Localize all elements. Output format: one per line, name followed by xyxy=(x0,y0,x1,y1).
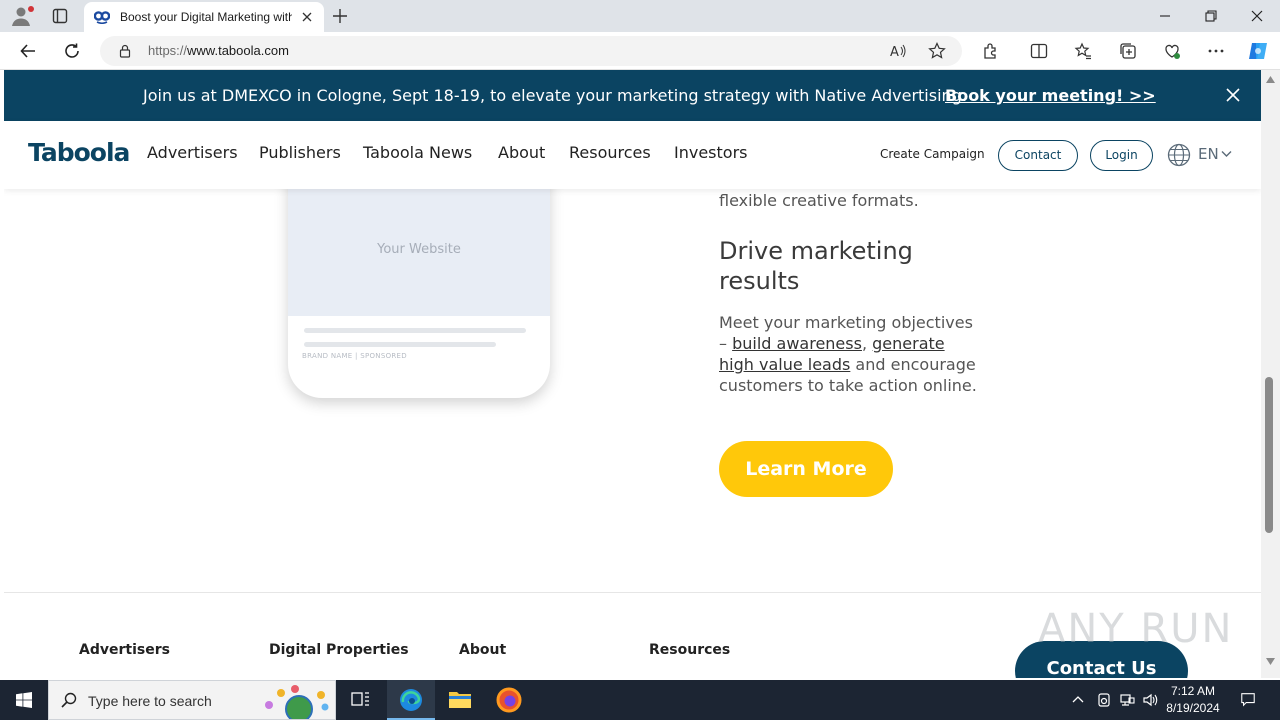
phone-screen-label: Your Website xyxy=(377,242,461,257)
footer-heading-advertisers[interactable]: Advertisers xyxy=(79,642,170,658)
nav-publishers[interactable]: Publishers xyxy=(259,143,341,162)
site-navbar: Taboola Advertisers Publishers Taboola N… xyxy=(4,121,1261,189)
url-text[interactable]: https://www.taboola.com xyxy=(148,43,289,58)
para-text: , xyxy=(861,334,873,353)
search-icon xyxy=(61,692,77,708)
build-awareness-link[interactable]: build awareness xyxy=(732,334,862,353)
network-icon[interactable] xyxy=(1119,692,1135,708)
favorites-icon[interactable] xyxy=(1074,42,1092,60)
login-button[interactable]: Login xyxy=(1090,140,1153,171)
edge-icon xyxy=(400,689,422,711)
footer-heading-digital-properties[interactable]: Digital Properties xyxy=(269,642,409,658)
close-banner-icon[interactable] xyxy=(1226,88,1240,102)
nav-about[interactable]: About xyxy=(498,143,545,162)
nav-taboola-news[interactable]: Taboola News xyxy=(363,143,472,162)
read-aloud-icon[interactable]: A xyxy=(889,42,907,60)
globe-icon[interactable] xyxy=(1167,143,1191,167)
feature-description: Meet your marketing objectives – build a… xyxy=(719,312,977,396)
close-window-icon[interactable] xyxy=(1249,8,1265,24)
lock-icon[interactable] xyxy=(118,44,132,58)
scrollbar-thumb[interactable] xyxy=(1265,377,1273,533)
file-explorer-icon[interactable] xyxy=(436,680,484,720)
extensions-icon[interactable] xyxy=(982,42,1000,60)
nav-investors[interactable]: Investors xyxy=(674,143,747,162)
phone-text-line xyxy=(304,328,526,333)
active-tab[interactable]: Boost your Digital Marketing with xyxy=(84,2,324,32)
edge-taskbar-app[interactable] xyxy=(387,680,435,720)
url-host: www.taboola.com xyxy=(187,43,289,58)
language-selector[interactable]: EN xyxy=(1198,145,1219,163)
footer-heading-resources[interactable]: Resources xyxy=(649,642,730,658)
url-protocol: https:// xyxy=(148,43,188,58)
learn-more-button[interactable]: Learn More xyxy=(719,441,893,497)
tab-title: Boost your Digital Marketing with xyxy=(120,10,292,24)
clock-date[interactable]: 8/19/2024 xyxy=(1160,701,1226,715)
more-options-icon[interactable] xyxy=(1207,42,1225,60)
footer-divider xyxy=(4,592,1261,593)
feature-heading: Drive marketing results xyxy=(719,237,913,295)
nav-resources[interactable]: Resources xyxy=(569,143,651,162)
banner-text: Join us at DMEXCO in Cologne, Sept 18-19… xyxy=(143,86,967,105)
browser-tab-strip: Boost your Digital Marketing with xyxy=(0,0,1280,32)
nav-advertisers[interactable]: Advertisers xyxy=(147,143,238,162)
copilot-icon[interactable] xyxy=(1247,40,1269,62)
phone-screen: Your Website xyxy=(288,170,550,316)
tray-app-icon[interactable] xyxy=(1096,692,1112,708)
collections-icon[interactable] xyxy=(1119,42,1137,60)
page-scrollbar[interactable] xyxy=(1261,70,1280,678)
contact-button[interactable]: Contact xyxy=(998,140,1078,171)
chevron-down-icon[interactable] xyxy=(1221,150,1232,158)
tab-actions-icon[interactable] xyxy=(52,8,68,24)
address-bar[interactable]: https://www.taboola.com A xyxy=(100,36,962,66)
notification-dot xyxy=(28,6,34,12)
refresh-icon[interactable] xyxy=(63,42,81,60)
new-tab-icon[interactable] xyxy=(332,8,348,24)
web-page: Join us at DMEXCO in Cologne, Sept 18-19… xyxy=(4,70,1261,678)
search-placeholder: Type here to search xyxy=(88,693,212,709)
taboola-logo[interactable]: Taboola xyxy=(28,138,130,167)
phone-mockup-image: Your Website BRAND NAME | SPONSORED xyxy=(288,170,550,398)
split-screen-icon[interactable] xyxy=(1030,42,1048,60)
search-highlight-image xyxy=(265,685,329,719)
anyrun-watermark: ANY RUN xyxy=(1038,606,1234,652)
tray-chevron-up-icon[interactable] xyxy=(1071,692,1085,708)
browser-toolbar: https://www.taboola.com A xyxy=(0,32,1280,70)
firefox-icon[interactable] xyxy=(485,680,533,720)
browser-essentials-icon[interactable] xyxy=(1163,42,1181,60)
taboola-favicon-icon xyxy=(94,11,110,24)
windows-start-icon[interactable] xyxy=(16,692,32,708)
clock-time[interactable]: 7:12 AM xyxy=(1160,684,1226,698)
previous-paragraph-tail: flexible creative formats. xyxy=(719,191,919,210)
notifications-icon[interactable] xyxy=(1239,691,1257,707)
favorite-star-icon[interactable] xyxy=(928,42,946,60)
phone-sponsored-label: BRAND NAME | SPONSORED xyxy=(302,352,407,360)
scroll-down-arrow-icon[interactable] xyxy=(1266,658,1275,665)
promo-banner: Join us at DMEXCO in Cologne, Sept 18-19… xyxy=(4,70,1261,121)
taskbar-search-box[interactable]: Type here to search xyxy=(48,680,336,720)
phone-text-line xyxy=(304,342,496,347)
windows-taskbar: Type here to search 7:12 AM 8/19/2024 xyxy=(0,680,1280,720)
volume-icon[interactable] xyxy=(1142,692,1158,708)
restore-icon[interactable] xyxy=(1203,8,1219,24)
create-campaign-link[interactable]: Create Campaign xyxy=(880,147,985,161)
book-meeting-link[interactable]: Book your meeting! >> xyxy=(945,86,1156,105)
footer-heading-about[interactable]: About xyxy=(459,642,506,658)
back-icon[interactable] xyxy=(19,42,37,60)
minimize-icon[interactable] xyxy=(1157,8,1173,24)
scroll-up-arrow-icon[interactable] xyxy=(1266,76,1275,83)
task-view-icon[interactable] xyxy=(336,680,384,720)
close-tab-icon[interactable] xyxy=(300,10,314,24)
svg-text:A: A xyxy=(890,45,899,60)
